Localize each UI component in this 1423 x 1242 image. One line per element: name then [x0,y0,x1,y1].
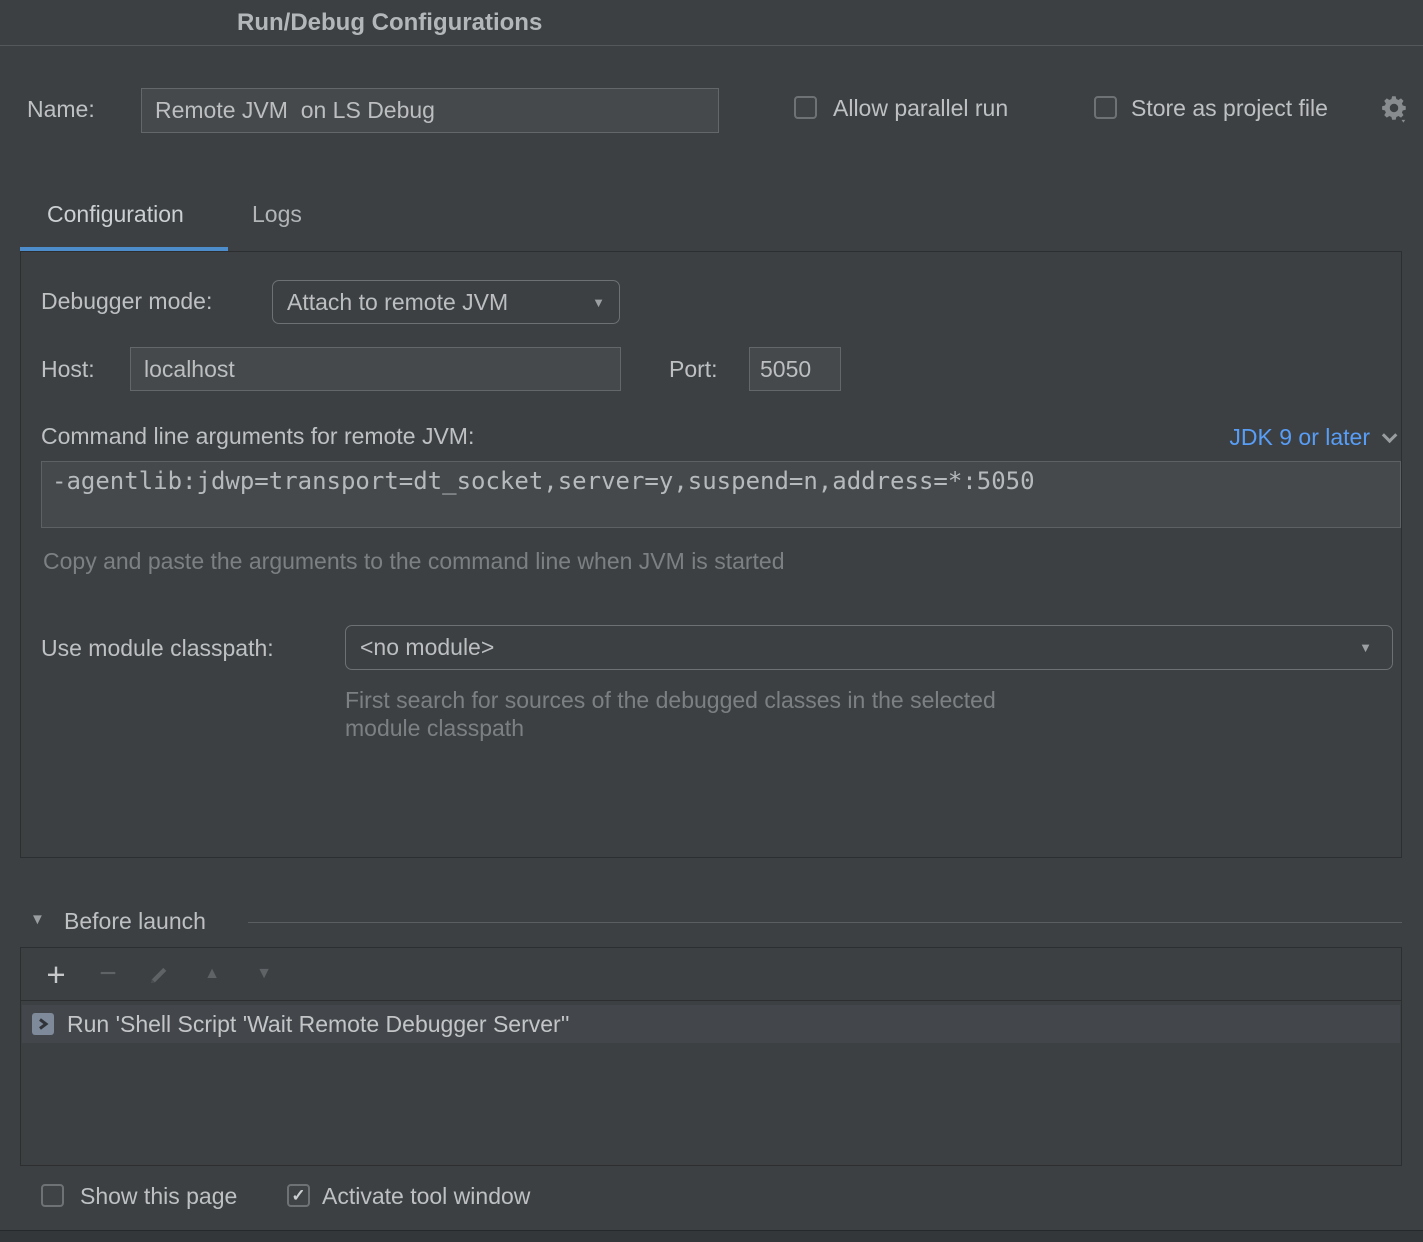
remove-task-button[interactable]: − [91,948,125,1000]
dialog-titlebar: Run/Debug Configurations [0,0,1423,46]
module-classpath-select[interactable]: <no module> ▼ [345,625,1393,670]
before-launch-title: Before launch [64,908,206,935]
activate-tool-window-label: Activate tool window [322,1183,530,1210]
run-debug-configurations-dialog: Run/Debug Configurations Name: ✓ Allow p… [0,0,1423,1242]
dialog-button-bar-edge [0,1230,1423,1242]
add-task-button[interactable]: + [39,948,73,1000]
host-input[interactable] [130,347,621,391]
tab-logs[interactable]: Logs [252,201,302,228]
before-launch-task-label: Run 'Shell Script 'Wait Remote Debugger … [67,1011,569,1038]
port-label: Port: [669,356,718,383]
command-line-args-hint: Copy and paste the arguments to the comm… [43,548,785,575]
jdk-version-select[interactable]: JDK 9 or later [1229,424,1393,451]
chevron-down-icon: ▼ [592,295,605,310]
show-this-page-checkbox[interactable]: ✓ [41,1184,64,1207]
edit-task-button[interactable] [143,948,177,1000]
collapse-triangle-icon[interactable]: ▼ [30,911,45,928]
name-input[interactable] [141,88,719,133]
allow-parallel-run-label: Allow parallel run [833,95,1008,122]
before-launch-panel: + − ▲ ▼ Run ' [20,947,1402,1166]
triangle-down-icon: ▼ [256,966,272,982]
debugger-mode-value: Attach to remote JVM [287,289,508,316]
check-icon: ✓ [291,1187,305,1204]
dialog-title: Run/Debug Configurations [237,9,542,37]
port-input[interactable] [749,347,841,391]
before-launch-task-row[interactable]: Run 'Shell Script 'Wait Remote Debugger … [22,1005,1400,1043]
name-label: Name: [27,96,95,123]
plus-icon: + [46,958,65,991]
allow-parallel-run-checkbox[interactable]: ✓ [794,96,817,119]
tab-configuration[interactable]: Configuration [47,201,184,228]
activate-tool-window-checkbox[interactable]: ✓ [287,1184,310,1207]
module-classpath-hint-line1: First search for sources of the debugged… [345,687,996,714]
chevron-down-icon: ▼ [1359,640,1372,655]
store-as-project-file-checkbox[interactable]: ✓ [1094,96,1117,119]
before-launch-separator [248,922,1402,923]
command-line-args-label: Command line arguments for remote JVM: [41,423,474,450]
before-launch-toolbar: + − ▲ ▼ [21,948,1401,1001]
host-label: Host: [41,356,95,383]
debugger-mode-select[interactable]: Attach to remote JVM ▼ [272,280,620,324]
module-classpath-label: Use module classpath: [41,635,274,662]
triangle-up-icon: ▲ [204,966,220,982]
run-task-icon [32,1013,54,1035]
module-classpath-hint-line2: module classpath [345,715,524,742]
module-classpath-value: <no module> [360,634,494,661]
store-as-project-file-label: Store as project file [1131,95,1328,122]
pencil-icon [148,962,172,986]
gear-icon[interactable] [1379,93,1409,123]
show-this-page-label: Show this page [80,1183,237,1210]
minus-icon: − [99,959,117,989]
move-down-button[interactable]: ▼ [247,948,281,1000]
jdk-version-label: JDK 9 or later [1229,424,1370,451]
configuration-panel: Debugger mode: Attach to remote JVM ▼ Ho… [20,251,1402,858]
command-line-args-input[interactable] [41,461,1401,528]
chevron-down-icon [1382,428,1398,444]
debugger-mode-label: Debugger mode: [41,288,212,315]
move-up-button[interactable]: ▲ [195,948,229,1000]
